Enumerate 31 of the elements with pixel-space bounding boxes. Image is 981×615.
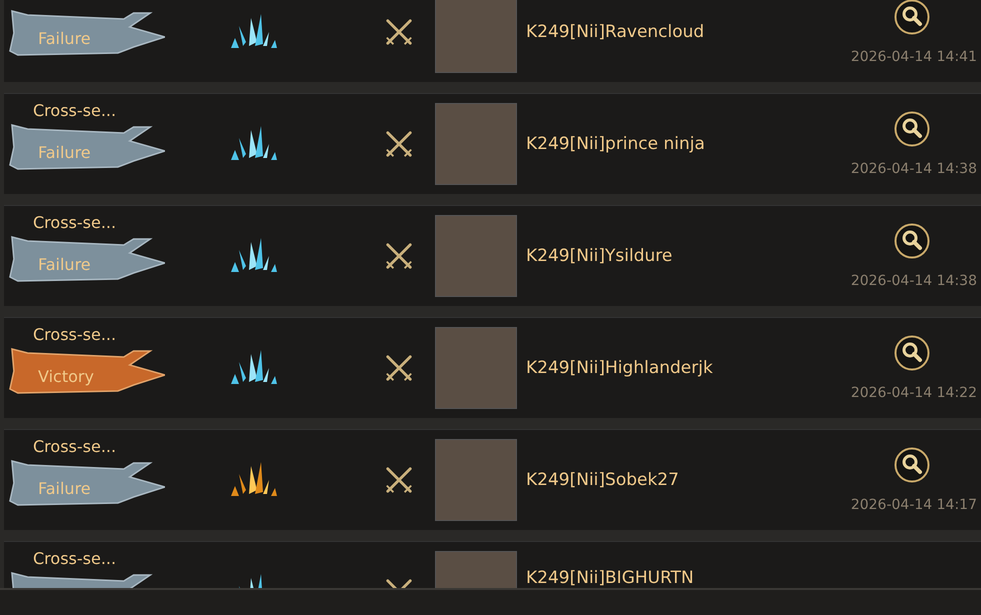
opponent-name: K249[Nii]prince ninja <box>526 134 706 154</box>
battle-type-label: Cross-se... <box>33 325 118 345</box>
result-banner: Failure <box>8 121 165 171</box>
result-banner: Victory <box>8 345 165 395</box>
timestamp: 2026-04-14 14:38 <box>850 273 977 289</box>
search-icon[interactable] <box>894 447 930 483</box>
battle-type-label: Cross-se... <box>33 549 118 569</box>
crossed-swords-icon <box>384 465 414 495</box>
search-icon[interactable] <box>894 0 930 35</box>
battle-type-label: Cross-se... <box>33 437 118 457</box>
result-banner: Failure <box>8 7 165 57</box>
timestamp: 2026-04-14 14:41 <box>850 49 977 65</box>
timestamp: 2026-04-14 14:22 <box>850 385 977 401</box>
opponent-name: K249[Nii]Highlanderjk <box>526 358 714 378</box>
crossed-swords-icon <box>384 353 414 383</box>
battle-type-label: Cross-se... <box>33 101 118 121</box>
result-banner: Failure <box>8 457 165 507</box>
search-icon[interactable] <box>894 223 930 259</box>
opponent-name: K249[Nii]Ysildure <box>526 246 674 266</box>
crossed-swords-icon <box>384 17 414 47</box>
result-banner: Failure <box>8 233 165 283</box>
search-icon[interactable] <box>894 111 930 147</box>
timestamp: 2026-04-14 14:17 <box>850 497 977 513</box>
crossed-swords-icon <box>384 129 414 159</box>
timestamp: 2026-04-14 14:38 <box>850 161 977 177</box>
battle-type-label: Cross-se... <box>33 213 118 233</box>
opponent-name: K249[Nii]Ravencloud <box>526 22 706 42</box>
opponent-name: K249[Nii]BIGHURTN <box>526 568 695 588</box>
crossed-swords-icon <box>384 241 414 271</box>
opponent-name: K249[Nii]Sobek27 <box>526 470 680 490</box>
search-icon[interactable] <box>894 335 930 371</box>
